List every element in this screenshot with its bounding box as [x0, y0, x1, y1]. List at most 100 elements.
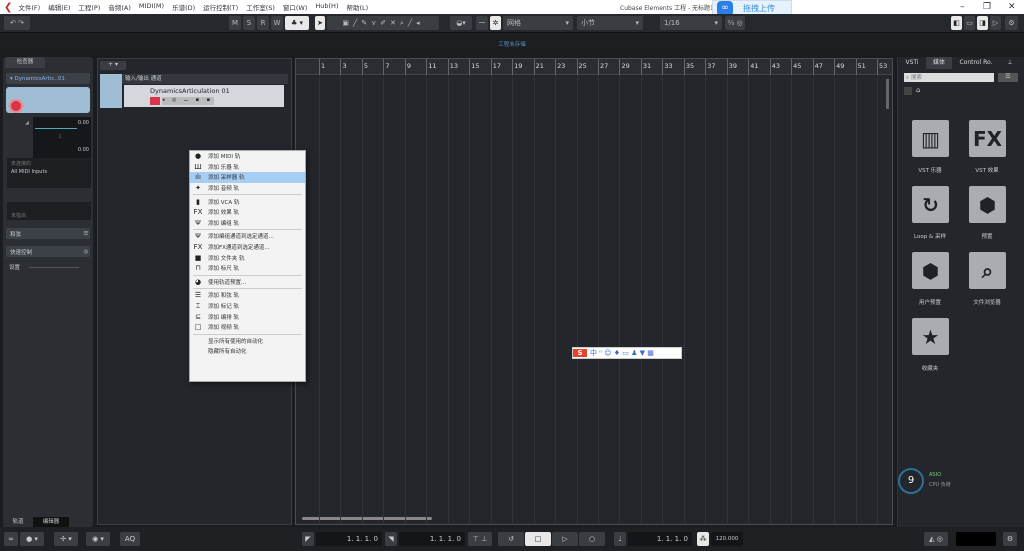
- tab-tracks[interactable]: 轨道: [3, 517, 33, 527]
- track-record-button[interactable]: [150, 97, 160, 105]
- track-buttons[interactable]: ◂ ◎ ⌴ ▪ ▪: [162, 97, 214, 105]
- menu-item[interactable]: Ψ 添加编组通道到选定通道...: [190, 231, 305, 242]
- write-button[interactable]: W: [271, 16, 283, 30]
- vertical-scrollbar[interactable]: [886, 79, 889, 109]
- quantize-settings-icon[interactable]: ⅔ ◎: [725, 16, 745, 30]
- menu-item[interactable]: ılı 添加 采样器 轨: [190, 172, 305, 183]
- event-display[interactable]: 1 3 5 7 9 11 13 15 17 19 21 23 25 27 29 31 33 35 37 39 41 43 4…: [295, 58, 893, 525]
- menu-item[interactable]: 工作室(S): [246, 2, 275, 12]
- section-quick-controls[interactable]: 快速控制 ◎: [6, 246, 90, 257]
- back-button[interactable]: [904, 87, 912, 95]
- ime-toolbar[interactable]: S中 ⁿ ☺ ♦ ▭ ♟ ▼ ▦: [572, 347, 682, 359]
- add-track-button[interactable]: + ▾: [100, 61, 126, 70]
- ruler[interactable]: 1 3 5 7 9 11 13 15 17 19 21 23 25 27 29 31 33 35 37 39 41 43 4…: [296, 59, 892, 75]
- file-browser-icon[interactable]: ⌕: [969, 252, 1006, 289]
- solo-button[interactable]: S: [243, 16, 255, 30]
- horizontal-scrollbar[interactable]: [302, 517, 432, 520]
- menu-item[interactable]: ✦ 添加 音频 轨: [190, 183, 305, 194]
- menu-item[interactable]: ■ 添加 文件夹 轨: [190, 252, 305, 263]
- settings-slider[interactable]: [29, 267, 79, 268]
- snap-toggle-icon[interactable]: ⁓: [476, 16, 488, 30]
- menu-item[interactable]: Hub(H): [315, 2, 338, 12]
- menu-item[interactable]: Ψ 添加 编组 轨: [190, 218, 305, 229]
- stop-button[interactable]: □: [525, 532, 551, 546]
- presets-icon[interactable]: ⬢: [969, 186, 1006, 223]
- menu-item[interactable]: 窗口(W): [283, 2, 308, 12]
- constrain-delay-icon[interactable]: ∞: [4, 532, 18, 546]
- input-routing[interactable]: 未连接的: [11, 160, 87, 168]
- menu-item[interactable]: 工程(P): [78, 2, 100, 12]
- inspector-tab[interactable]: 检查器: [5, 57, 45, 68]
- tab-media[interactable]: 媒体: [926, 57, 952, 69]
- grid-type-dropdown[interactable]: 小节 ▾: [577, 16, 643, 30]
- tempo-track-icon[interactable]: ⁂: [697, 532, 709, 546]
- minimize-button[interactable]: –: [960, 2, 965, 12]
- menu-item[interactable]: 隐藏所有自动化: [190, 346, 305, 357]
- edit-tools[interactable]: ▣╱✎⋎✐✕⌕╱◂: [327, 16, 439, 30]
- punch-dropdown[interactable]: ✢ ▾: [54, 532, 78, 546]
- menu-item[interactable]: 编辑(E): [48, 2, 70, 12]
- fx-icon[interactable]: FX: [969, 120, 1006, 157]
- track-row[interactable]: DynamicsArticulation 01 ◂ ◎ ⌴ ▪ ▪: [124, 85, 284, 107]
- menu-item[interactable]: FX 添加FX通道到选定通道...: [190, 242, 305, 253]
- menu-item[interactable]: FX 添加 效果 轨: [190, 207, 305, 218]
- cpu-meter[interactable]: 9: [898, 468, 924, 494]
- menu-item[interactable]: ◕ 使用轨道预置...: [190, 277, 305, 288]
- snap-on-icon[interactable]: ✲: [490, 16, 501, 30]
- right-zone-toggle[interactable]: ◨: [977, 16, 988, 30]
- menu-item[interactable]: MIDI(M): [139, 2, 164, 12]
- loop-icon[interactable]: ↻: [912, 186, 949, 223]
- automation-mode-dropdown[interactable]: ♣ ▾: [285, 16, 309, 30]
- settings-gear-icon[interactable]: ⚙: [1005, 16, 1018, 30]
- media-search-input[interactable]: ⌕ 搜索: [904, 73, 994, 82]
- menu-item[interactable]: ⌶ 添加 标记 轨: [190, 301, 305, 312]
- pin-icon[interactable]: ⊥: [1003, 57, 1017, 69]
- star-icon[interactable]: ★: [912, 318, 949, 355]
- menu-item[interactable]: ⊓ 添加 标尺 轨: [190, 263, 305, 274]
- close-button[interactable]: ✕: [1008, 2, 1016, 12]
- auto-quantize-button[interactable]: AQ: [120, 532, 140, 546]
- section-chords[interactable]: 和弦 ☰: [6, 228, 90, 239]
- left-zone-toggle[interactable]: ◧: [951, 16, 962, 30]
- tempo-field[interactable]: 120.000: [711, 532, 743, 546]
- menu-item[interactable]: □ 添加 视频 轨: [190, 322, 305, 333]
- menu-item[interactable]: Ш 添加 乐器 轨: [190, 162, 305, 173]
- transport-settings-icon[interactable]: ⚙: [1003, 532, 1017, 546]
- record-mode-dropdown[interactable]: ● ▾: [20, 532, 44, 546]
- menu-item[interactable]: ▮ 添加 VCA 轨: [190, 196, 305, 207]
- inspector-track-name[interactable]: ▾ DynamicsArtic..01: [6, 73, 90, 84]
- time-format-icon[interactable]: ♩: [614, 532, 626, 546]
- lower-zone-toggle[interactable]: ▭: [964, 16, 975, 30]
- snap-mode-dropdown[interactable]: 网格 ▾: [503, 16, 573, 30]
- restore-button[interactable]: ❐: [983, 2, 991, 12]
- menu-item[interactable]: 运行控制(T): [203, 2, 238, 12]
- menu-item[interactable]: 显示所有使用的自动化: [190, 336, 305, 347]
- menu-item[interactable]: 帮助(L): [346, 2, 368, 12]
- midi-input-routing[interactable]: All MIDI Inputs: [11, 168, 87, 176]
- right-locator-icon[interactable]: ◥: [385, 532, 397, 546]
- piano-icon[interactable]: ▥: [912, 120, 949, 157]
- channel-routing[interactable]: 未指派: [7, 202, 91, 220]
- control-room-toggle[interactable]: ▷: [990, 16, 1001, 30]
- cycle-button[interactable]: ↺: [498, 532, 524, 546]
- fader-area[interactable]: 0.00 C 0.00: [33, 117, 91, 161]
- color-tool-dropdown[interactable]: ◒▾: [450, 16, 472, 30]
- volume-slider[interactable]: [35, 128, 77, 129]
- locator-buttons[interactable]: ⊤ ⊥: [468, 532, 492, 546]
- play-button[interactable]: ▷: [552, 532, 578, 546]
- metronome-buttons[interactable]: ◭ ◎: [924, 532, 948, 546]
- menu-item[interactable]: 文件(F): [18, 2, 40, 12]
- left-locator-icon[interactable]: ◤: [302, 532, 314, 546]
- user-presets-icon[interactable]: ⬢: [912, 252, 949, 289]
- view-toggle-icon[interactable]: ☰: [998, 73, 1018, 82]
- menu-item[interactable]: ● 添加 MIDI 轨: [190, 151, 305, 162]
- menu-item[interactable]: 乐谱(D): [172, 2, 195, 12]
- object-select-tool-icon[interactable]: ➤: [315, 16, 325, 30]
- menu-item[interactable]: ⊆ 添加 编排 轨: [190, 311, 305, 322]
- tab-editor[interactable]: 编辑器: [33, 517, 69, 527]
- record-button[interactable]: ○: [579, 532, 605, 546]
- read-button[interactable]: R: [257, 16, 269, 30]
- menu-item[interactable]: 音频(A): [108, 2, 131, 12]
- home-icon[interactable]: ⌂: [916, 86, 920, 94]
- position-field[interactable]: 1. 1. 1. 0: [628, 532, 692, 546]
